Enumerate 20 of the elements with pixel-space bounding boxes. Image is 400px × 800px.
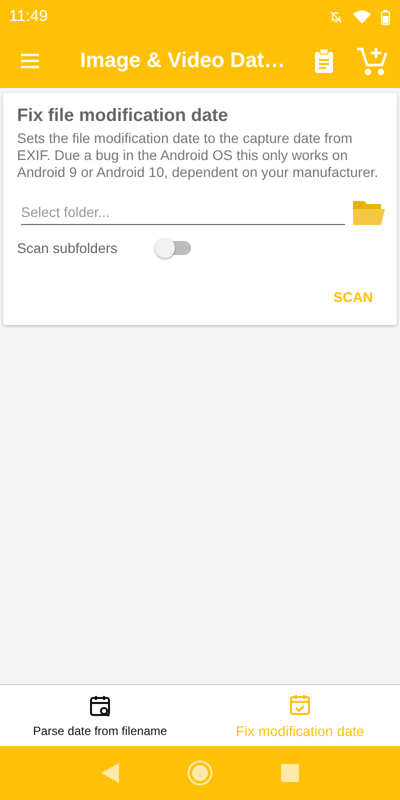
add-to-cart-button[interactable]	[356, 46, 388, 76]
folder-icon[interactable]	[353, 199, 385, 225]
home-icon[interactable]	[187, 760, 213, 786]
battery-icon	[381, 10, 390, 24]
back-icon[interactable]	[101, 763, 119, 783]
status-time: 11:49	[9, 8, 48, 26]
subfolders-label: Scan subfolders	[17, 240, 118, 256]
calendar-search-icon	[88, 694, 112, 718]
app-title: Image & Video Dat…	[80, 49, 286, 73]
card-title: Fix file modification date	[17, 105, 230, 126]
scan-button[interactable]: SCAN	[321, 285, 385, 309]
clipboard-button[interactable]	[312, 48, 336, 74]
card-description: Sets the file modification date to the capture date from EXIF. Due a bug in the Android OS this only works on Android 9 or Android 10, dependent on your manufacturer.	[17, 130, 380, 181]
bottom-nav-tab[interactable]: Fix modification date	[200, 685, 400, 746]
wifi-icon	[353, 10, 371, 24]
subfolders-switch[interactable]	[155, 237, 191, 259]
calendar-check-icon	[288, 692, 312, 716]
notifications-off-icon	[329, 10, 343, 24]
bottom-nav-tab[interactable]: Parse date from filename	[0, 685, 200, 746]
recents-icon[interactable]	[281, 764, 299, 782]
